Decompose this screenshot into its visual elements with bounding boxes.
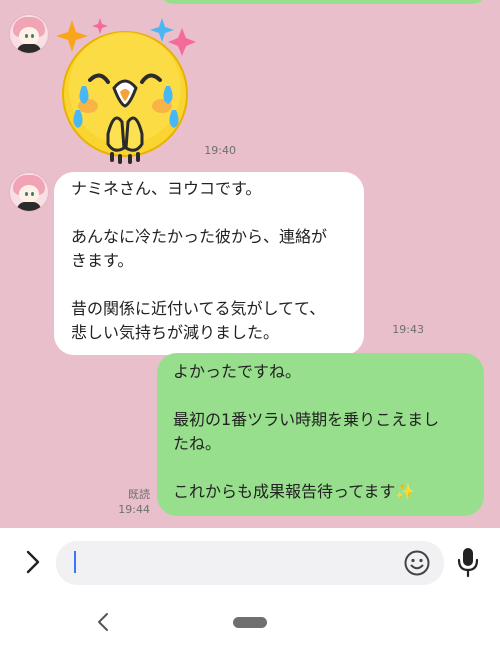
sender-avatar[interactable]: [9, 172, 49, 212]
incoming-message-bubble[interactable]: ナミネさん、ヨウコです。 あんなに冷たかった彼から、連絡が きます。 昔の関係に…: [54, 172, 364, 355]
outgoing-timestamp: 19:44: [118, 503, 150, 516]
text-cursor: [74, 551, 76, 573]
microphone-icon[interactable]: [455, 546, 481, 578]
incoming-timestamp: 19:43: [392, 323, 424, 336]
back-chevron-icon[interactable]: [96, 612, 110, 632]
sparkle-icon: [168, 28, 196, 56]
chat-area[interactable]: 19:40 ナミネさん、ヨウコです。 あんなに冷たかった彼から、連絡が きます。…: [0, 0, 500, 528]
sparkle-icon: [92, 18, 108, 34]
sticker-timestamp: 19:40: [204, 144, 236, 157]
crying-grateful-face-sticker[interactable]: [50, 14, 200, 164]
chevron-right-icon[interactable]: [22, 549, 44, 575]
sender-avatar[interactable]: [9, 14, 49, 54]
read-receipt: 既読: [128, 488, 150, 501]
outgoing-message-bubble[interactable]: よかったですね。 最初の1番ツラい時期を乗りこえまし たね。 これからも成果報告…: [157, 353, 484, 516]
previous-outgoing-bubble: [158, 0, 488, 4]
home-pill-icon[interactable]: [233, 617, 267, 628]
smiley-icon[interactable]: [403, 549, 431, 577]
message-input[interactable]: [56, 541, 444, 585]
hands-icon: [106, 116, 126, 152]
